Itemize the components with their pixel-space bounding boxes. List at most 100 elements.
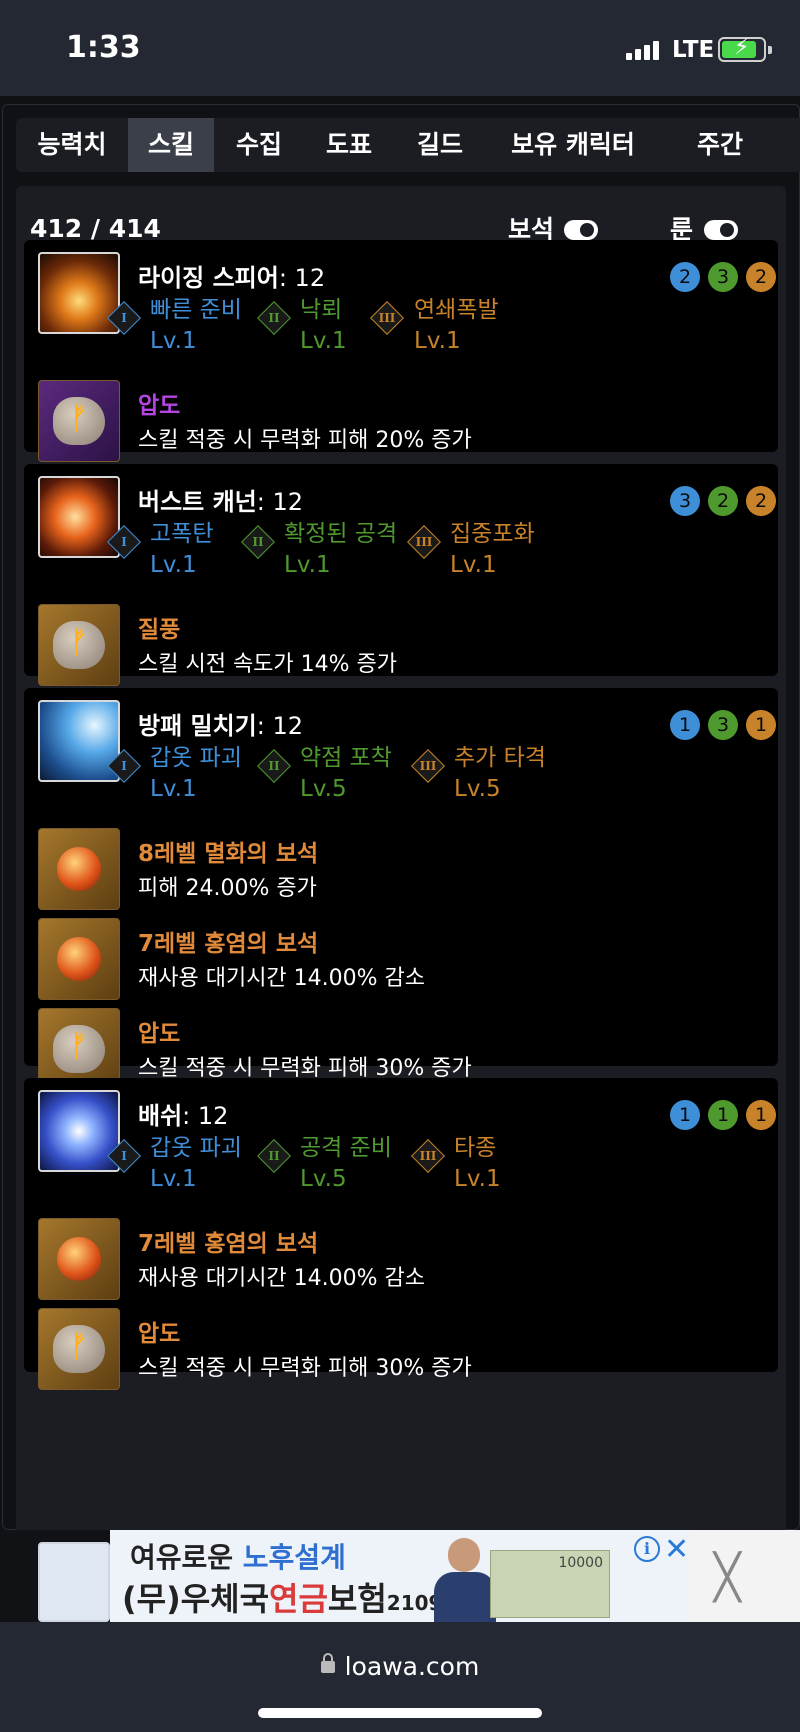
ad-banner[interactable]: 여유로운 노후설계 (무)우체국연금보험2109 10000 i ✕ ╳ (0, 1530, 800, 1622)
skill-icon (38, 252, 120, 334)
gem-name: 7레벨 홍염의 보석 (138, 931, 319, 957)
tripod-level: Lv.1 (450, 552, 497, 578)
gem-icon (57, 937, 101, 981)
ad-info-icon[interactable]: i (634, 1536, 660, 1562)
skill-card[interactable]: 방패 밀치기: 12 1 3 1 I 갑옷 파괴 Lv.1 II 약점 포착 Lv.5 III 추가 … (24, 688, 778, 1090)
gem-effect: 피해 24.00% 증가 (138, 876, 317, 901)
clock: 1:33 (66, 30, 141, 65)
network-label: LTE (672, 37, 715, 63)
tripod-level: Lv.1 (150, 1166, 197, 1192)
status-bar: 1:33 LTE ⚡ (0, 0, 800, 96)
ad-content[interactable]: 여유로운 노후설계 (무)우체국연금보험2109 10000 (110, 1530, 690, 1622)
tripod-count-badge: 1 (746, 1100, 776, 1130)
gem-icon-box (38, 828, 120, 910)
rune-icon-box: ᚠ (38, 1308, 120, 1390)
battery-icon: ⚡ (718, 35, 772, 62)
skill-name: 버스트 캐넌: 12 (138, 482, 303, 517)
rune-stone-icon: ᚠ (53, 1025, 105, 1073)
tripod-tier-icon: II (257, 1139, 291, 1173)
tripod-name: 약점 포착 (300, 745, 392, 771)
skill-icon (38, 700, 120, 782)
tripod-level: Lv.5 (300, 1166, 347, 1192)
tripod-count-badge: 2 (746, 486, 776, 516)
tripod-name: 타종 (454, 1135, 497, 1161)
gem-name: 7레벨 홍염의 보석 (138, 1231, 319, 1257)
skill-name: 방패 밀치기: 12 (138, 706, 303, 741)
ad-banknote-image: 10000 (490, 1550, 610, 1618)
tripod-name: 추가 타격 (454, 745, 546, 771)
gem-icon-box (38, 1218, 120, 1300)
tripod-name: 고폭탄 (150, 521, 214, 547)
rune-effect: 스킬 적중 시 무력화 피해 30% 증가 (138, 1356, 472, 1381)
gem-toggle[interactable] (564, 220, 598, 240)
tab-5[interactable]: 보유 캐릭터 (486, 118, 660, 172)
skill-name: 배쉬: 12 (138, 1096, 228, 1131)
ad-headline: 여유로운 노후설계 (130, 1541, 346, 1574)
tripod-level: Lv.1 (454, 1166, 501, 1192)
tab-4[interactable]: 길드 (394, 118, 486, 172)
skill-level: : 12 (256, 488, 304, 516)
tripod-tier-icon: III (411, 749, 445, 783)
skill-card[interactable]: 라이징 스피어: 12 2 3 2 I 빠른 준비 Lv.1 II 낙뢰 Lv.1 III 연쇄폭발 L… (24, 240, 778, 462)
tripod-count-badge: 2 (746, 262, 776, 292)
rune-icon-box: ᚠ (38, 380, 120, 462)
tripod-name: 갑옷 파괴 (150, 1135, 242, 1161)
skill-name-text: 방패 밀치기 (138, 712, 257, 740)
skill-card[interactable]: 버스트 캐넌: 12 3 2 2 I 고폭탄 Lv.1 II 확정된 공격 Lv.1 III 집중포화… (24, 464, 778, 686)
tripod-level: Lv.1 (284, 552, 331, 578)
tripod-level: Lv.1 (150, 552, 197, 578)
tripod-tier-icon: II (241, 525, 275, 559)
tab-2[interactable]: 수집 (214, 118, 304, 172)
tab-bar: 능력치 스킬 수집 도표 길드 보유 캐릭터 주간 (16, 118, 800, 172)
tripod-name: 확정된 공격 (284, 521, 398, 547)
tab-3[interactable]: 도표 (304, 118, 394, 172)
gem-effect: 재사용 대기시간 14.00% 감소 (138, 966, 426, 991)
tripod-count-badge: 2 (670, 262, 700, 292)
tab-1[interactable]: 스킬 (128, 118, 214, 172)
tripod-level: Lv.1 (150, 776, 197, 802)
tripod-name: 공격 준비 (300, 1135, 392, 1161)
rune-icon-box: ᚠ (38, 604, 120, 686)
signal-icon (626, 40, 659, 60)
gem-name: 8레벨 멸화의 보석 (138, 841, 319, 867)
tripod-name: 빠른 준비 (150, 297, 242, 323)
gem-icon (57, 847, 101, 891)
rune-stone-icon: ᚠ (53, 621, 105, 669)
skill-level: : 12 (182, 1102, 229, 1130)
skill-name-text: 버스트 캐넌 (138, 488, 257, 516)
tripod-tier-icon: II (257, 749, 291, 783)
tripod-level: Lv.5 (300, 776, 347, 802)
web-content[interactable]: 능력치 스킬 수집 도표 길드 보유 캐릭터 주간 412 / 414 보석 룬 라이징 스… (0, 96, 800, 1530)
skill-panel: 412 / 414 보석 룬 라이징 스피어: 12 2 3 2 I 빠른 준비 Lv.1 I… (16, 186, 786, 1530)
rune-effect: 스킬 적중 시 무력화 피해 20% 증가 (138, 428, 472, 453)
tripod-count-badge: 1 (670, 1100, 700, 1130)
skill-name: 라이징 스피어: 12 (138, 258, 325, 293)
tripod-level: Lv.1 (414, 328, 461, 354)
lock-icon (320, 1653, 335, 1673)
tripod-count-badge: 3 (708, 262, 738, 292)
tripod-count-badge: 2 (708, 486, 738, 516)
skill-card[interactable]: 배쉬: 12 1 1 1 I 갑옷 파괴 Lv.1 II 공격 준비 Lv.5 III 타종 Lv.1 7… (24, 1078, 778, 1390)
tab-6[interactable]: 주간 (660, 118, 780, 172)
home-indicator (258, 1708, 542, 1718)
ad-product: (무)우체국연금보험2109 (122, 1580, 443, 1618)
tripod-tier-icon: III (407, 525, 441, 559)
rune-name: 압도 (138, 1321, 181, 1347)
address-bar[interactable]: loawa.com (0, 1652, 800, 1681)
rune-effect: 스킬 시전 속도가 14% 증가 (138, 652, 398, 677)
ad-close-button[interactable]: ╳ (714, 1552, 741, 1603)
tripod-name: 집중포화 (450, 521, 535, 547)
skill-name-text: 라이징 스피어 (138, 264, 279, 292)
tripod-level: Lv.1 (300, 328, 347, 354)
tripod-level: Lv.1 (150, 328, 197, 354)
tripod-count-badge: 1 (708, 1100, 738, 1130)
skill-point-count: 412 / 414 (30, 214, 161, 243)
rune-name: 압도 (138, 393, 181, 419)
tripod-name: 연쇄폭발 (414, 297, 499, 323)
partial-skill-card (0, 1530, 110, 1622)
ad-close-x-icon[interactable]: ✕ (664, 1532, 689, 1567)
tripod-name: 낙뢰 (300, 297, 343, 323)
rune-toggle[interactable] (704, 220, 738, 240)
tab-0[interactable]: 능력치 (16, 118, 128, 172)
skill-icon (38, 1542, 110, 1622)
